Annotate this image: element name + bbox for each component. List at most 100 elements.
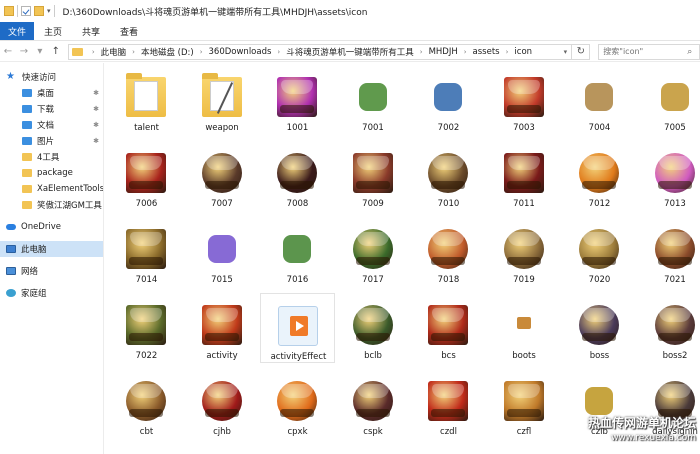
file-item[interactable]: czdl bbox=[411, 369, 486, 439]
file-item[interactable]: 7013 bbox=[638, 141, 700, 211]
file-item[interactable]: boss bbox=[562, 293, 637, 363]
breadcrumb-chevron-icon[interactable]: › bbox=[506, 48, 509, 56]
nav-onedrive[interactable]: OneDrive bbox=[0, 219, 103, 235]
file-item[interactable]: activity bbox=[185, 293, 260, 363]
game-image-icon bbox=[353, 77, 393, 117]
file-item[interactable]: 7005 bbox=[638, 65, 700, 135]
pin-icon[interactable]: ✱ bbox=[93, 105, 99, 113]
tab-file[interactable]: 文件 bbox=[0, 22, 34, 40]
file-item[interactable]: 7010 bbox=[411, 141, 486, 211]
file-item[interactable]: talent bbox=[109, 65, 184, 135]
file-name: 7002 bbox=[437, 123, 460, 133]
image-banner bbox=[582, 333, 616, 341]
file-item[interactable]: 7017 bbox=[336, 217, 411, 287]
nav-network[interactable]: 网络 bbox=[0, 263, 103, 279]
tab-share[interactable]: 共享 bbox=[72, 22, 110, 40]
file-item[interactable]: 7009 bbox=[336, 141, 411, 211]
nav-homegroup[interactable]: 家庭组 bbox=[0, 285, 103, 301]
address-bar[interactable]: › 此电脑 › 本地磁盘 (D:) › 360Downloads › 斗将魂页游… bbox=[67, 43, 573, 60]
search-box[interactable]: ⌕ bbox=[598, 43, 700, 60]
file-item[interactable]: 7014 bbox=[109, 217, 184, 287]
nav-item-documents[interactable]: 文档 ✱ bbox=[0, 117, 103, 133]
file-name: 7008 bbox=[286, 199, 309, 209]
file-item[interactable]: 7002 bbox=[411, 65, 486, 135]
nav-quick-access[interactable]: ★ 快速访问 bbox=[0, 69, 103, 85]
breadcrumb-assets[interactable]: assets bbox=[473, 47, 500, 57]
breadcrumb-chevron-icon[interactable]: › bbox=[200, 48, 203, 56]
breadcrumb-drive-d[interactable]: 本地磁盘 (D:) bbox=[141, 46, 194, 58]
image-banner bbox=[355, 409, 390, 417]
breadcrumb-360downloads[interactable]: 360Downloads bbox=[209, 47, 272, 57]
nav-this-pc[interactable]: 此电脑 bbox=[0, 241, 103, 257]
breadcrumb-chevron-icon[interactable]: › bbox=[420, 48, 423, 56]
tab-view[interactable]: 查看 bbox=[110, 22, 148, 40]
nav-item-folder-xaelementtools[interactable]: XaElementTools-2 bbox=[0, 181, 103, 197]
back-arrow-icon[interactable]: ← bbox=[0, 46, 16, 57]
game-image-icon bbox=[503, 381, 544, 421]
nav-item-downloads[interactable]: 下载 ✱ bbox=[0, 101, 103, 117]
file-item[interactable]: bcs bbox=[411, 293, 486, 363]
pin-icon[interactable]: ✱ bbox=[93, 121, 99, 129]
breadcrumb-chevron-icon[interactable]: › bbox=[464, 48, 467, 56]
breadcrumb-mhdjh[interactable]: MHDJH bbox=[429, 47, 458, 57]
file-list[interactable]: talent weapon 1001 7001 7002 7003 7004 7005 7006… bbox=[105, 63, 700, 454]
recent-locations-chevron-icon[interactable]: ▾ bbox=[32, 46, 48, 57]
file-name: 7003 bbox=[513, 123, 535, 133]
breadcrumb-chevron-icon[interactable]: › bbox=[132, 48, 135, 56]
nav-item-desktop[interactable]: 桌面 ✱ bbox=[0, 85, 103, 101]
file-item[interactable]: cspk bbox=[336, 369, 411, 439]
pin-icon[interactable]: ✱ bbox=[93, 137, 99, 145]
file-item[interactable]: 1001 bbox=[260, 65, 335, 135]
nav-item-label: 4工具 bbox=[37, 153, 60, 163]
nav-item-folder-package[interactable]: package bbox=[0, 165, 103, 181]
navigation-pane[interactable]: ★ 快速访问 桌面 ✱ 下载 ✱ 文档 ✱ 图片 ✱ 4工具 package X… bbox=[0, 63, 104, 454]
file-item[interactable]: bclb bbox=[336, 293, 411, 363]
breadcrumb-game-folder[interactable]: 斗将魂页游单机一键端带所有工具 bbox=[286, 46, 414, 58]
file-item[interactable]: 7008 bbox=[260, 141, 335, 211]
tab-home[interactable]: 主页 bbox=[34, 22, 72, 40]
file-item[interactable]: 7018 bbox=[411, 217, 486, 287]
file-item[interactable]: cjhb bbox=[185, 369, 260, 439]
file-item[interactable]: 7004 bbox=[562, 65, 637, 135]
game-image-icon bbox=[277, 153, 317, 193]
game-image-icon bbox=[579, 77, 619, 117]
customize-toolbar-chevron-icon[interactable]: ▾ bbox=[47, 7, 51, 15]
file-item[interactable]: czfl bbox=[487, 369, 562, 439]
file-item[interactable]: 7011 bbox=[487, 141, 562, 211]
file-item[interactable]: boss2 bbox=[638, 293, 700, 363]
breadcrumb-chevron-icon[interactable]: › bbox=[277, 48, 280, 56]
breadcrumb-chevron-icon[interactable]: › bbox=[92, 48, 95, 56]
search-icon[interactable]: ⌕ bbox=[687, 47, 692, 57]
file-item[interactable]: activityEffect bbox=[260, 293, 335, 363]
file-item[interactable]: 7001 bbox=[336, 65, 411, 135]
image-banner bbox=[280, 409, 314, 417]
file-item[interactable]: weapon bbox=[185, 65, 260, 135]
file-item[interactable]: 7022 bbox=[109, 293, 184, 363]
game-image-icon bbox=[201, 381, 242, 421]
nav-item-pictures[interactable]: 图片 ✱ bbox=[0, 133, 103, 149]
new-folder-icon[interactable] bbox=[34, 6, 44, 16]
file-item[interactable]: 7015 bbox=[185, 217, 260, 287]
nav-item-folder-4tools[interactable]: 4工具 bbox=[0, 149, 103, 165]
refresh-button[interactable]: ↻ bbox=[572, 43, 591, 60]
pin-icon[interactable]: ✱ bbox=[93, 89, 99, 97]
up-arrow-icon[interactable]: ↑ bbox=[48, 46, 64, 57]
file-item[interactable]: 7016 bbox=[260, 217, 335, 287]
file-item[interactable]: 7006 bbox=[109, 141, 184, 211]
properties-icon[interactable] bbox=[21, 6, 31, 16]
file-item[interactable]: cpxk bbox=[260, 369, 335, 439]
breadcrumb-icon[interactable]: icon bbox=[514, 47, 532, 57]
file-item[interactable]: cbt bbox=[109, 369, 184, 439]
address-history-chevron-icon[interactable]: ▾ bbox=[559, 48, 571, 56]
file-item[interactable]: 7007 bbox=[185, 141, 260, 211]
breadcrumb-this-pc[interactable]: 此电脑 bbox=[101, 46, 127, 58]
file-item[interactable]: 7020 bbox=[562, 217, 637, 287]
forward-arrow-icon[interactable]: → bbox=[16, 46, 32, 57]
search-input[interactable] bbox=[603, 47, 684, 56]
file-item[interactable]: 7021 bbox=[638, 217, 700, 287]
file-item[interactable]: 7003 bbox=[487, 65, 562, 135]
file-item[interactable]: 7012 bbox=[562, 141, 637, 211]
file-item[interactable]: 7019 bbox=[487, 217, 562, 287]
file-item[interactable]: boots bbox=[487, 293, 562, 363]
nav-item-folder-gm-tools[interactable]: 笑傲江湖GM工具 bbox=[0, 197, 103, 213]
